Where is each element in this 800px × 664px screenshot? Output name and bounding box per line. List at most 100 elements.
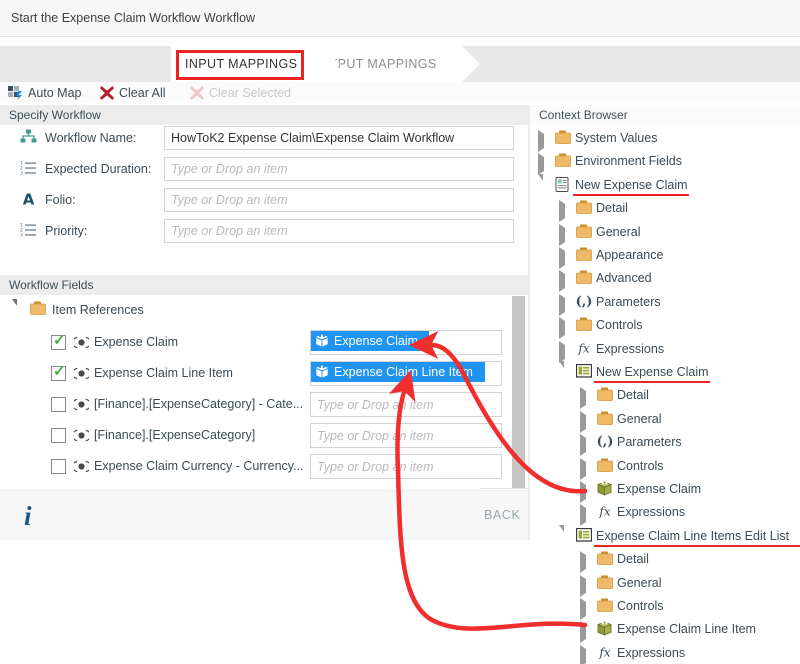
scrollbar-thumb[interactable] xyxy=(512,296,525,489)
context-tree-node-label: Controls xyxy=(617,599,664,613)
collapsed-twisty-icon[interactable] xyxy=(538,157,544,171)
collapsed-twisty-icon[interactable] xyxy=(538,134,544,148)
clear-selected-button[interactable]: Clear Selected xyxy=(190,82,291,103)
form-field-input[interactable]: HowToK2 Expense Claim\Expense Claim Work… xyxy=(164,126,514,150)
specify-workflow-section-header: Specify Workflow xyxy=(0,105,528,125)
context-tree-node-label: General xyxy=(617,412,661,426)
checkbox-unchecked[interactable] xyxy=(51,428,66,443)
collapsed-twisty-icon[interactable] xyxy=(580,555,586,569)
collapsed-twisty-icon[interactable] xyxy=(559,204,565,218)
checkbox-unchecked[interactable] xyxy=(51,397,66,412)
context-tree-node[interactable]: Detail xyxy=(530,547,800,572)
expanded-twisty-icon[interactable] xyxy=(559,368,564,382)
item-references-label: Item References xyxy=(52,303,144,317)
collapsed-twisty-icon[interactable] xyxy=(580,438,586,452)
form-field-input[interactable]: Type or Drop an item xyxy=(164,188,514,212)
context-tree-node-label: Parameters xyxy=(596,295,661,309)
context-tree-node[interactable]: Advanced xyxy=(530,266,800,291)
collapsed-twisty-icon[interactable] xyxy=(559,274,565,288)
workflow-field-value-box[interactable]: Type or Drop an item xyxy=(310,392,502,417)
collapsed-twisty-icon[interactable] xyxy=(580,649,586,663)
collapsed-twisty-icon[interactable] xyxy=(559,228,565,242)
context-tree-node[interactable]: fxExpressions xyxy=(530,500,800,525)
cube-icon xyxy=(597,481,612,496)
context-tree-node[interactable]: System Values xyxy=(530,126,800,151)
workflow-field-label: [Finance].[ExpenseCategory] - Cate... xyxy=(94,397,303,411)
checkbox-checked[interactable]: ✓ xyxy=(51,335,66,350)
dialog-footer: i BACK xyxy=(0,490,528,540)
folder-icon xyxy=(597,387,613,401)
workflow-mapping-dialog: Start the Expense Claim Workflow Workflo… xyxy=(0,0,800,664)
form-field-label: Priority: xyxy=(45,224,87,238)
collapsed-twisty-icon[interactable] xyxy=(559,251,565,265)
workflow-field-value-box[interactable]: Type or Drop an item xyxy=(310,454,502,479)
clear-all-label: Clear All xyxy=(119,86,166,100)
back-button-label: BACK xyxy=(484,508,520,522)
context-tree-node[interactable]: Appearance xyxy=(530,243,800,268)
context-tree-node[interactable]: Controls xyxy=(530,594,800,619)
form-row: 123Priority:Type or Drop an item xyxy=(0,218,528,246)
collapsed-twisty-icon[interactable] xyxy=(580,391,586,405)
context-tree-node-label: New Expense Claim xyxy=(575,178,688,192)
form-row: Workflow Name:HowToK2 Expense Claim\Expe… xyxy=(0,125,528,153)
context-tree-node[interactable]: Detail xyxy=(530,196,800,221)
checkbox-checked[interactable]: ✓ xyxy=(51,366,66,381)
context-tree-node-label: General xyxy=(617,576,661,590)
auto-map-button[interactable]: Auto Map xyxy=(8,82,82,103)
collapsed-twisty-icon[interactable] xyxy=(580,485,586,499)
form-icon xyxy=(555,177,570,192)
expanded-twisty-icon[interactable] xyxy=(12,306,17,320)
context-tree-node[interactable]: Expense Claim Line Item xyxy=(530,617,800,642)
collapsed-twisty-icon[interactable] xyxy=(559,321,565,335)
context-browser-label: Context Browser xyxy=(539,108,628,122)
mapped-token-chip[interactable]: Expense Claim Line Item xyxy=(311,362,485,382)
collapsed-twisty-icon[interactable] xyxy=(559,298,565,312)
context-tree-node-label: Controls xyxy=(596,318,643,332)
collapsed-twisty-icon[interactable] xyxy=(559,345,565,359)
context-tree-node[interactable]: General xyxy=(530,571,800,596)
target-dot-icon xyxy=(74,429,89,442)
mapped-token-chip[interactable]: Expense Claim xyxy=(311,331,429,351)
collapsed-twisty-icon[interactable] xyxy=(580,508,586,522)
collapsed-twisty-icon[interactable] xyxy=(580,462,586,476)
context-tree-node[interactable]: (,)Parameters xyxy=(530,430,800,455)
collapsed-twisty-icon[interactable] xyxy=(580,625,586,639)
form-field-input[interactable]: Type or Drop an item xyxy=(164,219,514,243)
context-tree-node[interactable]: New Expense Claim xyxy=(530,173,800,198)
context-tree-node[interactable]: General xyxy=(530,220,800,245)
clear-all-button[interactable]: Clear All xyxy=(100,82,166,103)
context-tree-node[interactable]: Expense Claim xyxy=(530,477,800,502)
target-dot-icon xyxy=(74,460,89,473)
workflow-fields-scrollbar[interactable] xyxy=(512,296,525,489)
checkbox-unchecked[interactable] xyxy=(51,459,66,474)
context-tree-node[interactable]: (,)Parameters xyxy=(530,290,800,315)
collapsed-twisty-icon[interactable] xyxy=(580,415,586,429)
workflow-field-value-box[interactable]: Type or Drop an item xyxy=(310,423,502,448)
svg-text:A: A xyxy=(23,191,35,206)
form-field-input[interactable]: Type or Drop an item xyxy=(164,157,514,181)
tab-input-mappings[interactable]: INPUT MAPPINGS xyxy=(171,46,323,82)
folder-icon xyxy=(555,130,571,144)
context-tree-node[interactable]: Detail xyxy=(530,383,800,408)
information-icon[interactable]: i xyxy=(24,503,32,530)
context-tree-node[interactable]: General xyxy=(530,407,800,432)
cube-blue-icon xyxy=(315,365,329,379)
context-tree-node[interactable]: Controls xyxy=(530,454,800,479)
context-tree-node[interactable]: Expense Claim Line Items Edit List xyxy=(530,524,800,549)
svg-text:(,): (,) xyxy=(597,435,613,449)
expanded-twisty-icon[interactable] xyxy=(559,532,564,546)
expanded-twisty-icon[interactable] xyxy=(538,181,543,195)
checkmark-icon: ✓ xyxy=(53,333,66,348)
checkmark-icon: ✓ xyxy=(53,364,66,379)
item-references-group[interactable]: Item References xyxy=(0,295,528,327)
collapsed-twisty-icon[interactable] xyxy=(580,602,586,616)
context-tree-node[interactable]: New Expense Claim xyxy=(530,360,800,385)
context-tree-node[interactable]: Environment Fields xyxy=(530,149,800,174)
context-tree-node-label: Appearance xyxy=(596,248,663,262)
context-tree-node[interactable]: Controls xyxy=(530,313,800,338)
context-tree-node[interactable]: fxExpressions xyxy=(530,641,800,664)
collapsed-twisty-icon[interactable] xyxy=(580,579,586,593)
workflow-field-label: Expense Claim xyxy=(94,335,178,349)
context-tree-node[interactable]: fxExpressions xyxy=(530,337,800,362)
mapped-token-label: Expense Claim xyxy=(334,334,418,348)
